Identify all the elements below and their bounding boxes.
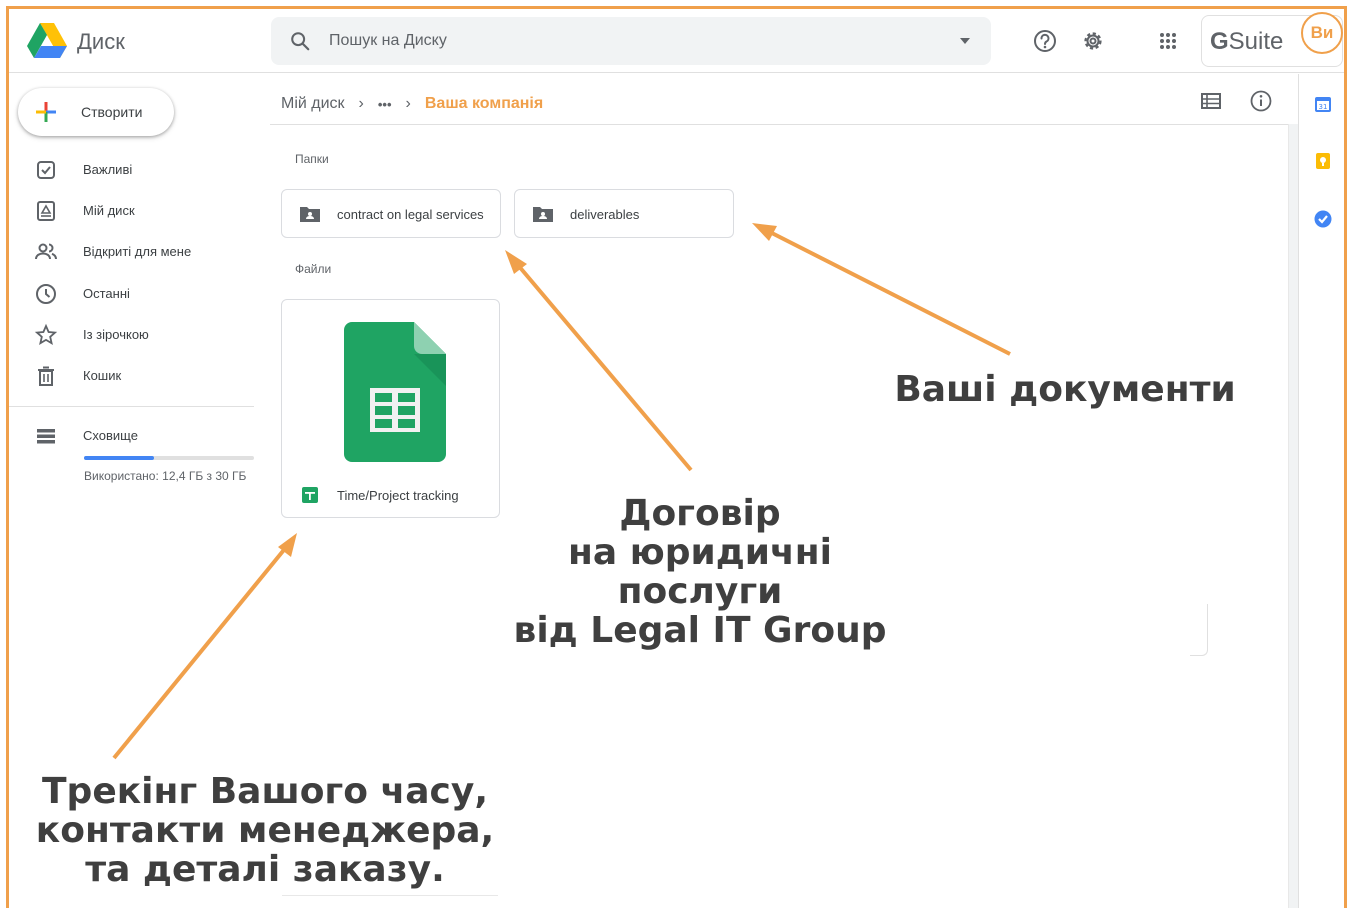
- shared-folder-icon: [533, 207, 553, 222]
- help-icon[interactable]: [1031, 27, 1059, 55]
- breadcrumb-ellipsis[interactable]: •••: [378, 97, 392, 112]
- main-header-divider: [270, 124, 1298, 125]
- sidebar-item-shared-with-me[interactable]: Відкриті для мене: [30, 236, 250, 268]
- search-options-dropdown-icon[interactable]: [959, 35, 971, 47]
- my-drive-icon: [37, 201, 55, 221]
- annotation-contract-line: послуги: [617, 571, 783, 612]
- breadcrumb-current-folder[interactable]: Ваша компанія: [425, 95, 543, 113]
- priority-icon: [37, 161, 55, 179]
- file-card[interactable]: Time/Project tracking: [281, 299, 500, 518]
- partial-card-edge: [282, 895, 498, 908]
- tasks-icon[interactable]: [1313, 209, 1333, 229]
- annotation-tracking: Трекінг Вашого часу, контакти менеджера,…: [20, 772, 510, 889]
- calendar-icon[interactable]: 31: [1313, 94, 1333, 114]
- sidebar-item-label: Кошик: [83, 368, 122, 383]
- calendar-day-glyph: 31: [1319, 103, 1328, 111]
- scrollbar[interactable]: [1288, 124, 1298, 908]
- recent-icon: [36, 284, 56, 304]
- sidebar-item-label: Важливі: [83, 162, 133, 177]
- sidebar-item-trash[interactable]: Кошик: [30, 360, 250, 392]
- storage-icon: [37, 429, 55, 444]
- breadcrumb: Мій диск › ••• › Ваша компанія: [281, 92, 543, 116]
- search-input[interactable]: Пошук на Диску: [329, 32, 447, 50]
- annotation-contract-line: на юридичні: [568, 532, 832, 573]
- gsuite-suite-label: Suite: [1228, 28, 1284, 55]
- partial-card-edge: [1190, 604, 1208, 656]
- sidebar-item-label: Останні: [83, 286, 130, 301]
- sidebar-item-label: Відкриті для мене: [83, 244, 192, 259]
- breadcrumb-my-drive[interactable]: Мій диск: [281, 95, 345, 113]
- folder-item[interactable]: contract on legal services: [281, 189, 501, 238]
- folder-item[interactable]: deliverables: [514, 189, 734, 238]
- list-view-icon[interactable]: [1200, 90, 1222, 112]
- annotation-contract-line: Договір: [619, 493, 781, 534]
- info-icon[interactable]: [1249, 89, 1273, 113]
- annotation-tracking-line: та деталі заказу.: [85, 849, 445, 890]
- sidebar-divider: [9, 406, 254, 407]
- file-name: Time/Project tracking: [337, 488, 459, 503]
- search-icon[interactable]: [289, 30, 311, 52]
- storage-label: Сховище: [83, 428, 138, 443]
- sidebar-item-priority[interactable]: Важливі: [30, 154, 250, 186]
- files-section-label: Файли: [295, 262, 332, 276]
- trash-icon: [38, 366, 54, 386]
- search-bar[interactable]: Пошук на Диску: [271, 17, 991, 65]
- sidebar-item-storage[interactable]: Сховище: [30, 420, 250, 452]
- drive-logo-icon[interactable]: [27, 23, 67, 59]
- settings-gear-icon[interactable]: [1079, 27, 1107, 55]
- google-sheets-large-icon: [344, 322, 446, 462]
- create-button[interactable]: Створити: [18, 88, 174, 136]
- folder-name: deliverables: [570, 207, 640, 222]
- keep-notes-icon[interactable]: [1313, 151, 1333, 171]
- sidebar-item-label: Із зірочкою: [83, 327, 149, 342]
- google-sheets-icon: [302, 487, 318, 503]
- storage-usage-fill: [84, 456, 154, 460]
- sidebar-item-recent[interactable]: Останні: [30, 278, 250, 310]
- top-header: Диск Пошук на Диску GSuite: [9, 9, 1344, 73]
- chevron-right-icon: ›: [405, 95, 411, 112]
- annotation-tracking-line: контакти менеджера,: [35, 810, 495, 851]
- gsuite-g-letter: G: [1210, 28, 1229, 55]
- plus-icon: [36, 102, 56, 122]
- chevron-right-icon: ›: [358, 95, 364, 112]
- annotation-contract: Договір на юридичні послуги від Legal IT…: [500, 494, 900, 650]
- storage-used-text: Використано: 12,4 ГБ з 30 ГБ: [84, 469, 247, 483]
- side-panel-rail: 31: [1298, 74, 1344, 908]
- storage-usage-bar: [84, 456, 254, 460]
- app-title[interactable]: Диск: [77, 29, 125, 55]
- annotation-your-documents: Ваші документи: [894, 369, 1236, 410]
- star-icon: [34, 323, 58, 346]
- create-label: Створити: [81, 104, 143, 120]
- sidebar-item-my-drive[interactable]: Мій диск: [30, 195, 250, 227]
- folder-name: contract on legal services: [337, 207, 484, 222]
- sidebar-item-label: Мій диск: [83, 203, 135, 218]
- shared-with-me-icon: [35, 243, 57, 260]
- sidebar-item-starred[interactable]: Із зірочкою: [30, 319, 250, 351]
- shared-folder-icon: [300, 207, 320, 222]
- folders-section-label: Папки: [295, 152, 329, 166]
- account-avatar[interactable]: Ви: [1301, 12, 1343, 54]
- apps-grid-icon[interactable]: [1154, 27, 1182, 55]
- annotation-tracking-line: Трекінг Вашого часу,: [42, 771, 488, 812]
- annotation-contract-line: від Legal IT Group: [513, 610, 887, 651]
